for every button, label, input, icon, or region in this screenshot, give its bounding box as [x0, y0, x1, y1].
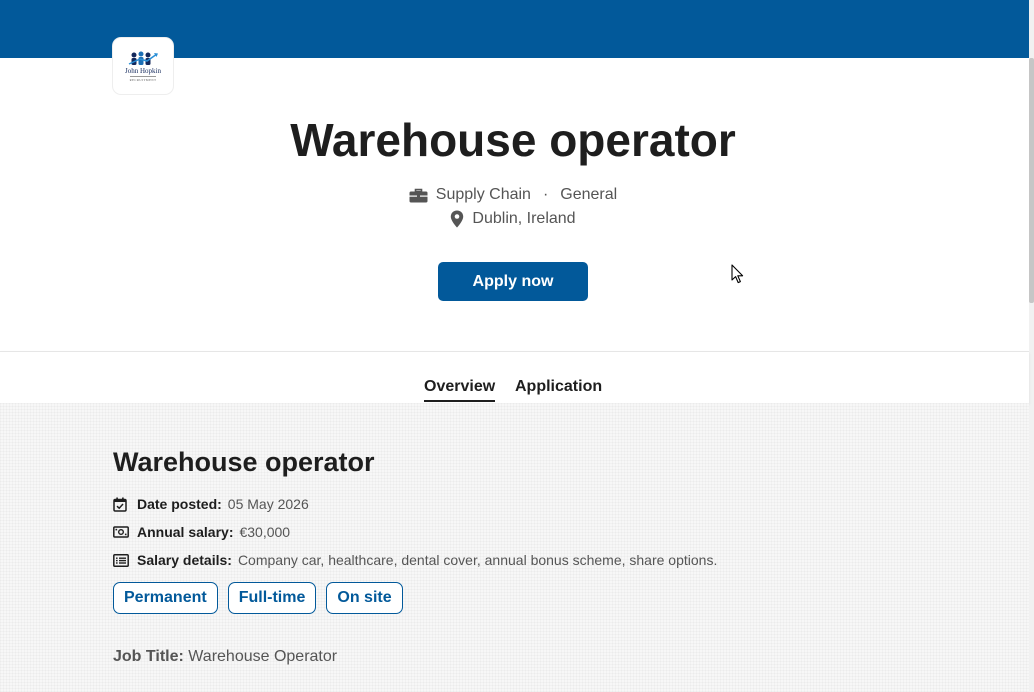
scrollbar-thumb[interactable] — [1029, 58, 1034, 303]
banknote-icon — [113, 526, 129, 538]
apply-now-button[interactable]: Apply now — [438, 262, 588, 301]
overview-heading: Warehouse operator — [113, 447, 375, 477]
overview-content: Warehouse operator Date posted: 05 May 2… — [0, 403, 1029, 692]
job-department-line: Supply Chain · General — [0, 186, 1026, 204]
list-icon — [113, 553, 129, 567]
mouse-pointer-icon — [731, 264, 745, 289]
chip-permanent[interactable]: Permanent — [113, 582, 218, 614]
company-logo[interactable]: John Hopkin RECRUITMENT — [113, 38, 173, 94]
logo-figures-icon — [128, 51, 158, 65]
job-title: Warehouse operator — [290, 114, 736, 166]
tabs-bar: Overview Application — [0, 351, 1029, 403]
date-posted-row: Date posted: 05 May 2026 — [113, 496, 309, 512]
briefcase-icon — [409, 187, 428, 203]
map-pin-icon — [450, 210, 464, 228]
job-type-chips: Permanent Full-time On site — [113, 582, 403, 614]
job-hero — [0, 58, 1029, 351]
annual-salary-label: Annual salary: — [137, 524, 234, 540]
active-tab-indicator — [424, 400, 495, 402]
tab-overview[interactable]: Overview — [424, 378, 495, 396]
job-department: Supply Chain — [435, 186, 531, 203]
salary-details-value: Company car, healthcare, dental cover, a… — [237, 552, 718, 568]
calendar-check-icon — [113, 497, 129, 512]
annual-salary-value: €30,000 — [239, 524, 291, 540]
chip-on-site[interactable]: On site — [326, 582, 403, 614]
logo-tagline: RECRUITMENT — [129, 75, 157, 82]
job-title-detail: Job Title: Warehouse Operator — [113, 648, 337, 666]
tab-application[interactable]: Application — [515, 378, 602, 396]
job-title-label: Job Title: — [113, 648, 184, 665]
job-title-value: Warehouse Operator — [188, 648, 338, 665]
chip-full-time[interactable]: Full-time — [227, 582, 317, 614]
annual-salary-row: Annual salary: €30,000 — [113, 524, 290, 540]
job-category: General — [560, 186, 618, 203]
date-posted-value: 05 May 2026 — [227, 496, 309, 512]
meta-separator: · — [542, 186, 549, 203]
salary-details-label: Salary details: — [137, 552, 232, 568]
job-location-line: Dublin, Ireland — [0, 210, 1026, 228]
date-posted-label: Date posted: — [137, 496, 222, 512]
job-location: Dublin, Ireland — [472, 210, 576, 227]
salary-details-row: Salary details: Company car, healthcare,… — [113, 552, 717, 568]
logo-wordmark: John Hopkin — [125, 66, 161, 75]
